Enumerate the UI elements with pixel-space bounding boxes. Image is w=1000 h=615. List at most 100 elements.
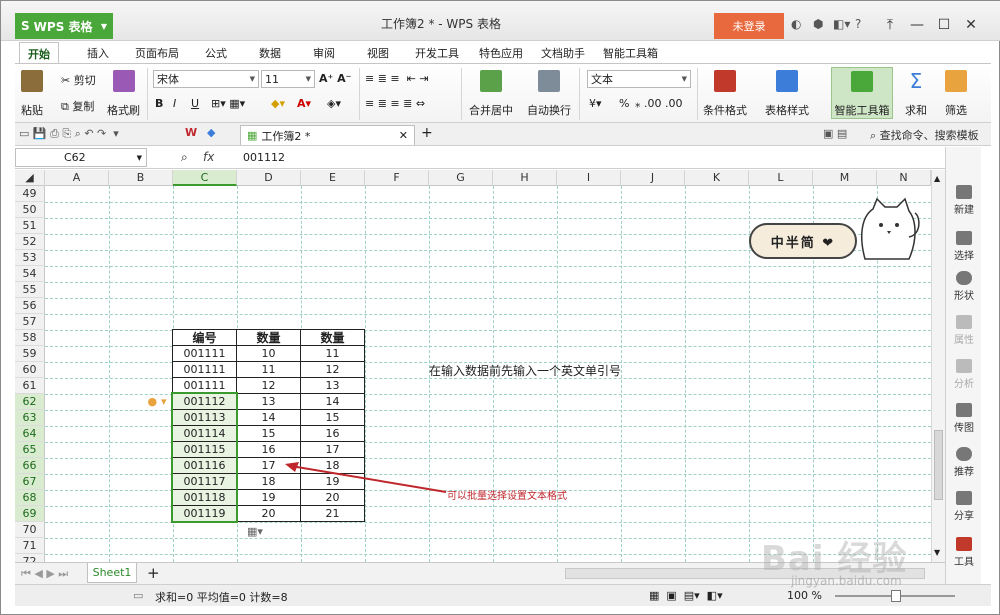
row-header[interactable]: 58 bbox=[15, 330, 45, 346]
row-header[interactable]: 69 bbox=[15, 506, 45, 522]
table-cell-selected[interactable]: 001118 bbox=[173, 490, 237, 506]
zoom-level[interactable]: 100 % bbox=[787, 589, 822, 602]
table-cell-selected[interactable]: 001119 bbox=[173, 506, 237, 522]
column-header-f[interactable]: F bbox=[365, 170, 429, 186]
format-painter-button[interactable]: 格式刷 bbox=[107, 70, 140, 118]
cube-icon[interactable]: ◆ bbox=[207, 126, 215, 139]
sidebar-item-tools[interactable]: 工具 bbox=[946, 537, 982, 568]
align-top-buttons[interactable]: ≡ ≣ ≡ ⇤ ⇥ bbox=[365, 72, 429, 85]
table-cell[interactable]: 10 bbox=[237, 346, 301, 362]
tab-special[interactable]: 特色应用 bbox=[479, 42, 523, 64]
table-cell-selected[interactable]: 001114 bbox=[173, 426, 237, 442]
tab-doc-assistant[interactable]: 文档助手 bbox=[541, 42, 585, 64]
align-horizontal-buttons[interactable]: ≡ ≣ ≡ ≣ ⇔ bbox=[365, 97, 425, 110]
warning-icon[interactable]: ● ▾ bbox=[143, 394, 171, 410]
maximize-button[interactable]: ☐ bbox=[931, 13, 957, 37]
column-header-h[interactable]: H bbox=[493, 170, 557, 186]
table-header[interactable]: 数量 bbox=[237, 330, 301, 346]
column-header-m[interactable]: M bbox=[813, 170, 877, 186]
feedback-icon[interactable]: ◧▾ bbox=[833, 17, 850, 31]
row-header[interactable]: 70 bbox=[15, 522, 45, 538]
column-header-l[interactable]: L bbox=[749, 170, 813, 186]
row-header[interactable]: 50 bbox=[15, 202, 45, 218]
wps-cloud-icon[interactable]: W bbox=[185, 126, 197, 139]
row-header[interactable]: 55 bbox=[15, 282, 45, 298]
close-icon[interactable]: ✕ bbox=[399, 129, 408, 142]
row-header[interactable]: 57 bbox=[15, 314, 45, 330]
tab-smart-toolbox[interactable]: 智能工具箱 bbox=[603, 42, 658, 64]
column-header-e[interactable]: E bbox=[301, 170, 365, 186]
table-cell[interactable]: 12 bbox=[237, 378, 301, 394]
table-cell[interactable]: 001111 bbox=[173, 362, 237, 378]
column-header-d[interactable]: D bbox=[237, 170, 301, 186]
quick-access-icons[interactable]: ▭ 💾 ⎙ ⎘ ⌕ ↶ ↷ ▾ bbox=[19, 127, 119, 141]
select-all-corner[interactable]: ◢ bbox=[15, 170, 45, 186]
row-header[interactable]: 51 bbox=[15, 218, 45, 234]
font-grow-button[interactable]: A⁺ A⁻ bbox=[319, 72, 351, 85]
tab-insert[interactable]: 插入 bbox=[87, 42, 109, 64]
sum-button[interactable]: Σ 求和 bbox=[905, 70, 927, 118]
underline-button[interactable]: U bbox=[191, 97, 199, 110]
fill-color-button[interactable]: ◆▾ bbox=[271, 97, 285, 110]
table-cell-selected[interactable]: 001113 bbox=[173, 410, 237, 426]
tab-data[interactable]: 数据 bbox=[259, 42, 281, 64]
sidebar-item-new[interactable]: 新建 bbox=[946, 185, 982, 216]
help-icon[interactable]: ? bbox=[855, 17, 861, 31]
sidebar-item-properties[interactable]: 属性 bbox=[946, 315, 982, 346]
restore-ribbon-button[interactable]: ⤒ bbox=[877, 13, 903, 37]
table-cell-selected[interactable]: 001115 bbox=[173, 442, 237, 458]
currency-button[interactable]: ¥▾ bbox=[589, 97, 602, 110]
table-cell[interactable]: 15 bbox=[237, 426, 301, 442]
row-header[interactable]: 61 bbox=[15, 378, 45, 394]
row-header[interactable]: 62 bbox=[15, 394, 45, 410]
font-name-select[interactable]: 宋体 ▼ bbox=[153, 70, 259, 88]
row-header[interactable]: 52 bbox=[15, 234, 45, 250]
view-mode-buttons[interactable]: ▦ ▣ ▤▾ ◧▾ bbox=[649, 589, 723, 602]
row-header[interactable]: 59 bbox=[15, 346, 45, 362]
table-cell-selected[interactable]: 001116 bbox=[173, 458, 237, 474]
table-cell-selected[interactable]: 001117 bbox=[173, 474, 237, 490]
sidebar-item-recommend[interactable]: 推荐 bbox=[946, 447, 982, 478]
table-cell[interactable]: 15 bbox=[301, 410, 364, 426]
table-cell[interactable]: 21 bbox=[301, 506, 364, 522]
table-cell[interactable]: 001111 bbox=[173, 346, 237, 362]
fx-button[interactable]: fx bbox=[203, 150, 214, 164]
row-header[interactable]: 71 bbox=[15, 538, 45, 554]
tab-developer[interactable]: 开发工具 bbox=[415, 42, 459, 64]
table-cell[interactable]: 11 bbox=[237, 362, 301, 378]
border-button[interactable]: ⊞▾ ▦▾ bbox=[211, 97, 245, 110]
sidebar-item-select[interactable]: 选择 bbox=[946, 231, 982, 262]
table-cell[interactable]: 17 bbox=[301, 442, 364, 458]
table-cell[interactable]: 13 bbox=[237, 394, 301, 410]
row-header[interactable]: 53 bbox=[15, 250, 45, 266]
column-header-g[interactable]: G bbox=[429, 170, 493, 186]
scroll-down-icon[interactable]: ▼ bbox=[934, 548, 940, 557]
row-header[interactable]: 68 bbox=[15, 490, 45, 506]
sidebar-item-upload-image[interactable]: 传图 bbox=[946, 403, 982, 434]
add-sheet-button[interactable]: + bbox=[147, 564, 160, 582]
copy-button[interactable]: ⧉ 复制 bbox=[61, 98, 94, 114]
table-cell[interactable]: 14 bbox=[237, 410, 301, 426]
row-header[interactable]: 66 bbox=[15, 458, 45, 474]
scroll-up-icon[interactable]: ▲ bbox=[934, 174, 940, 183]
table-cell[interactable]: 20 bbox=[237, 506, 301, 522]
settings-icon[interactable]: ⬢ bbox=[813, 17, 823, 31]
row-header[interactable]: 54 bbox=[15, 266, 45, 282]
new-tab-button[interactable]: + bbox=[421, 125, 433, 141]
zoom-search-icon[interactable]: ⌕ bbox=[181, 150, 188, 165]
column-header-j[interactable]: J bbox=[621, 170, 685, 186]
sidebar-item-share[interactable]: 分享 bbox=[946, 491, 982, 522]
italic-button[interactable]: I bbox=[173, 97, 176, 110]
column-header-i[interactable]: I bbox=[557, 170, 621, 186]
row-header[interactable]: 60 bbox=[15, 362, 45, 378]
skin-icon[interactable]: ◐ bbox=[791, 17, 801, 31]
wrap-text-button[interactable]: 自动换行 bbox=[527, 70, 571, 118]
smart-toolbox-button[interactable]: 智能工具箱 bbox=[831, 67, 893, 119]
table-header[interactable]: 编号 bbox=[173, 330, 237, 346]
table-cell[interactable]: 13 bbox=[301, 378, 364, 394]
filter-button[interactable]: 筛选 bbox=[945, 70, 967, 118]
minimize-button[interactable]: — bbox=[904, 13, 930, 37]
column-header-c[interactable]: C bbox=[173, 170, 237, 186]
vertical-scrollbar[interactable]: ▲ ▼ bbox=[931, 170, 945, 562]
tab-formulas[interactable]: 公式 bbox=[205, 42, 227, 64]
